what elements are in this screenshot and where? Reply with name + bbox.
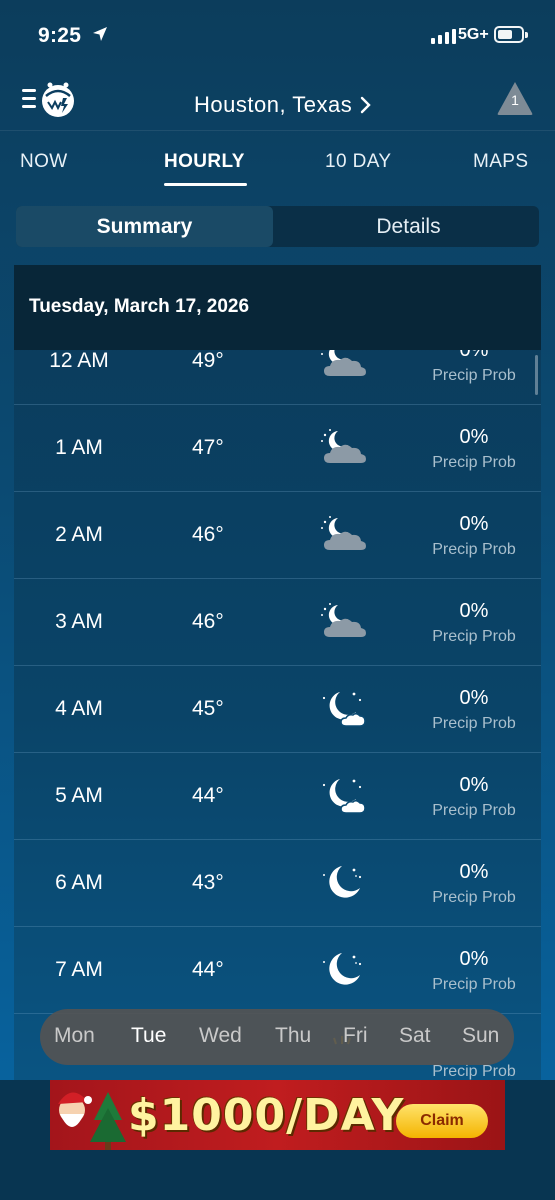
details-segment[interactable]: Details [278, 206, 539, 247]
precip-value: 0% [459, 948, 489, 970]
date-header: Tuesday, March 17, 2026 [14, 265, 541, 350]
menu-logo-icon[interactable] [20, 80, 78, 120]
chevron-right-icon [361, 96, 371, 114]
alert-button[interactable]: 1 [496, 80, 534, 116]
tab-maps[interactable]: MAPS [473, 151, 528, 173]
claim-button[interactable]: Claim [396, 1104, 488, 1138]
main-tabs: NOW HOURLY 10 DAY MAPS [0, 130, 555, 188]
temperature: 43° [192, 871, 224, 894]
ad-headline: $1000/DAY [128, 1090, 405, 1141]
hour-label: 4 AM [55, 697, 103, 720]
status-bar: 9:25 5G+ [0, 0, 555, 70]
precip-value: 0% [459, 426, 489, 448]
location-selector[interactable]: Houston, Texas [194, 92, 372, 118]
day-sun[interactable]: Sun [462, 1024, 499, 1048]
alert-count: 1 [511, 92, 519, 108]
precip-value: 0% [459, 513, 489, 535]
precip-label: Precip Prob [432, 889, 516, 906]
hour-label: 2 AM [55, 523, 103, 546]
network-type: 5G+ [458, 26, 489, 43]
temperature: 49° [192, 349, 224, 372]
active-tab-indicator [164, 183, 247, 186]
precip-value: 0% [459, 861, 489, 883]
temperature: 46° [192, 610, 224, 633]
tab-now[interactable]: NOW [20, 151, 68, 173]
precip-label: Precip Prob [432, 976, 516, 993]
app-header: Houston, Texas 1 [0, 72, 555, 130]
day-wed[interactable]: Wed [199, 1024, 242, 1048]
hour-label: 1 AM [55, 436, 103, 459]
precip-value: 0% [459, 774, 489, 796]
location-arrow-icon [93, 27, 107, 41]
hour-row[interactable]: 5 AM 44° 0% Precip Prob [14, 753, 541, 840]
temperature: 46° [192, 523, 224, 546]
battery-icon [494, 26, 528, 43]
day-sat[interactable]: Sat [399, 1024, 431, 1048]
hourly-list-panel[interactable]: Tuesday, March 17, 2026 12 AM 49° 0% Pre… [14, 265, 541, 1080]
moon-small-cloud-icon [316, 688, 368, 730]
status-time: 9:25 [38, 24, 82, 47]
moon-cloud-gray-icon [316, 427, 368, 469]
hour-label: 7 AM [55, 958, 103, 981]
hour-label: 12 AM [49, 349, 109, 372]
day-fri[interactable]: Fri [343, 1024, 368, 1048]
hour-label: 3 AM [55, 610, 103, 633]
precip-label: Precip Prob [432, 715, 516, 732]
santa-tree-illustration-icon [58, 1092, 126, 1150]
precip-value: 0% [459, 600, 489, 622]
day-selector: Mon Tue Wed Thu Fri Sat Sun [40, 1009, 514, 1065]
hour-row[interactable]: 3 AM 46° 0% Precip Prob [14, 579, 541, 666]
temperature: 44° [192, 958, 224, 981]
signal-strength-icon [431, 28, 456, 44]
precip-label: Precip Prob [432, 541, 516, 558]
precip-label: Precip Prob [432, 367, 516, 384]
precip-value: 0% [459, 687, 489, 709]
hour-row[interactable]: 6 AM 43° 0% Precip Prob [14, 840, 541, 927]
hour-row[interactable]: 1 AM 47° 0% Precip Prob [14, 405, 541, 492]
hour-label: 6 AM [55, 871, 103, 894]
clear-night-moon-icon [316, 949, 368, 991]
tab-10-day[interactable]: 10 DAY [325, 151, 391, 173]
moon-cloud-gray-icon [316, 514, 368, 556]
temperature: 47° [192, 436, 224, 459]
precip-label: Precip Prob [432, 1063, 516, 1080]
day-mon[interactable]: Mon [54, 1024, 95, 1048]
day-thu[interactable]: Thu [275, 1024, 311, 1048]
day-tue[interactable]: Tue [131, 1024, 166, 1048]
hour-row[interactable]: 4 AM 45° 0% Precip Prob [14, 666, 541, 753]
temperature: 45° [192, 697, 224, 720]
precip-label: Precip Prob [432, 454, 516, 471]
ad-banner[interactable]: $1000/DAY Claim [50, 1080, 505, 1150]
hour-row[interactable]: 7 AM 44° 0% Precip Prob [14, 927, 541, 1014]
summary-segment[interactable]: Summary [16, 206, 273, 247]
scrollbar[interactable] [535, 355, 538, 395]
precip-label: Precip Prob [432, 628, 516, 645]
moon-cloud-gray-icon [316, 601, 368, 643]
hourly-rows: 12 AM 49° 0% Precip Prob 1 AM 47° 0% Pre… [14, 318, 541, 1080]
date-label: Tuesday, March 17, 2026 [29, 296, 250, 317]
temperature: 44° [192, 784, 224, 807]
tab-hourly[interactable]: HOURLY [164, 151, 245, 173]
moon-small-cloud-icon [316, 775, 368, 817]
view-segmented-control: Summary Details [16, 206, 539, 247]
location-label: Houston, Texas [194, 92, 353, 117]
precip-label: Precip Prob [432, 802, 516, 819]
hour-row[interactable]: 2 AM 46° 0% Precip Prob [14, 492, 541, 579]
clear-night-moon-icon [316, 862, 368, 904]
hour-label: 5 AM [55, 784, 103, 807]
